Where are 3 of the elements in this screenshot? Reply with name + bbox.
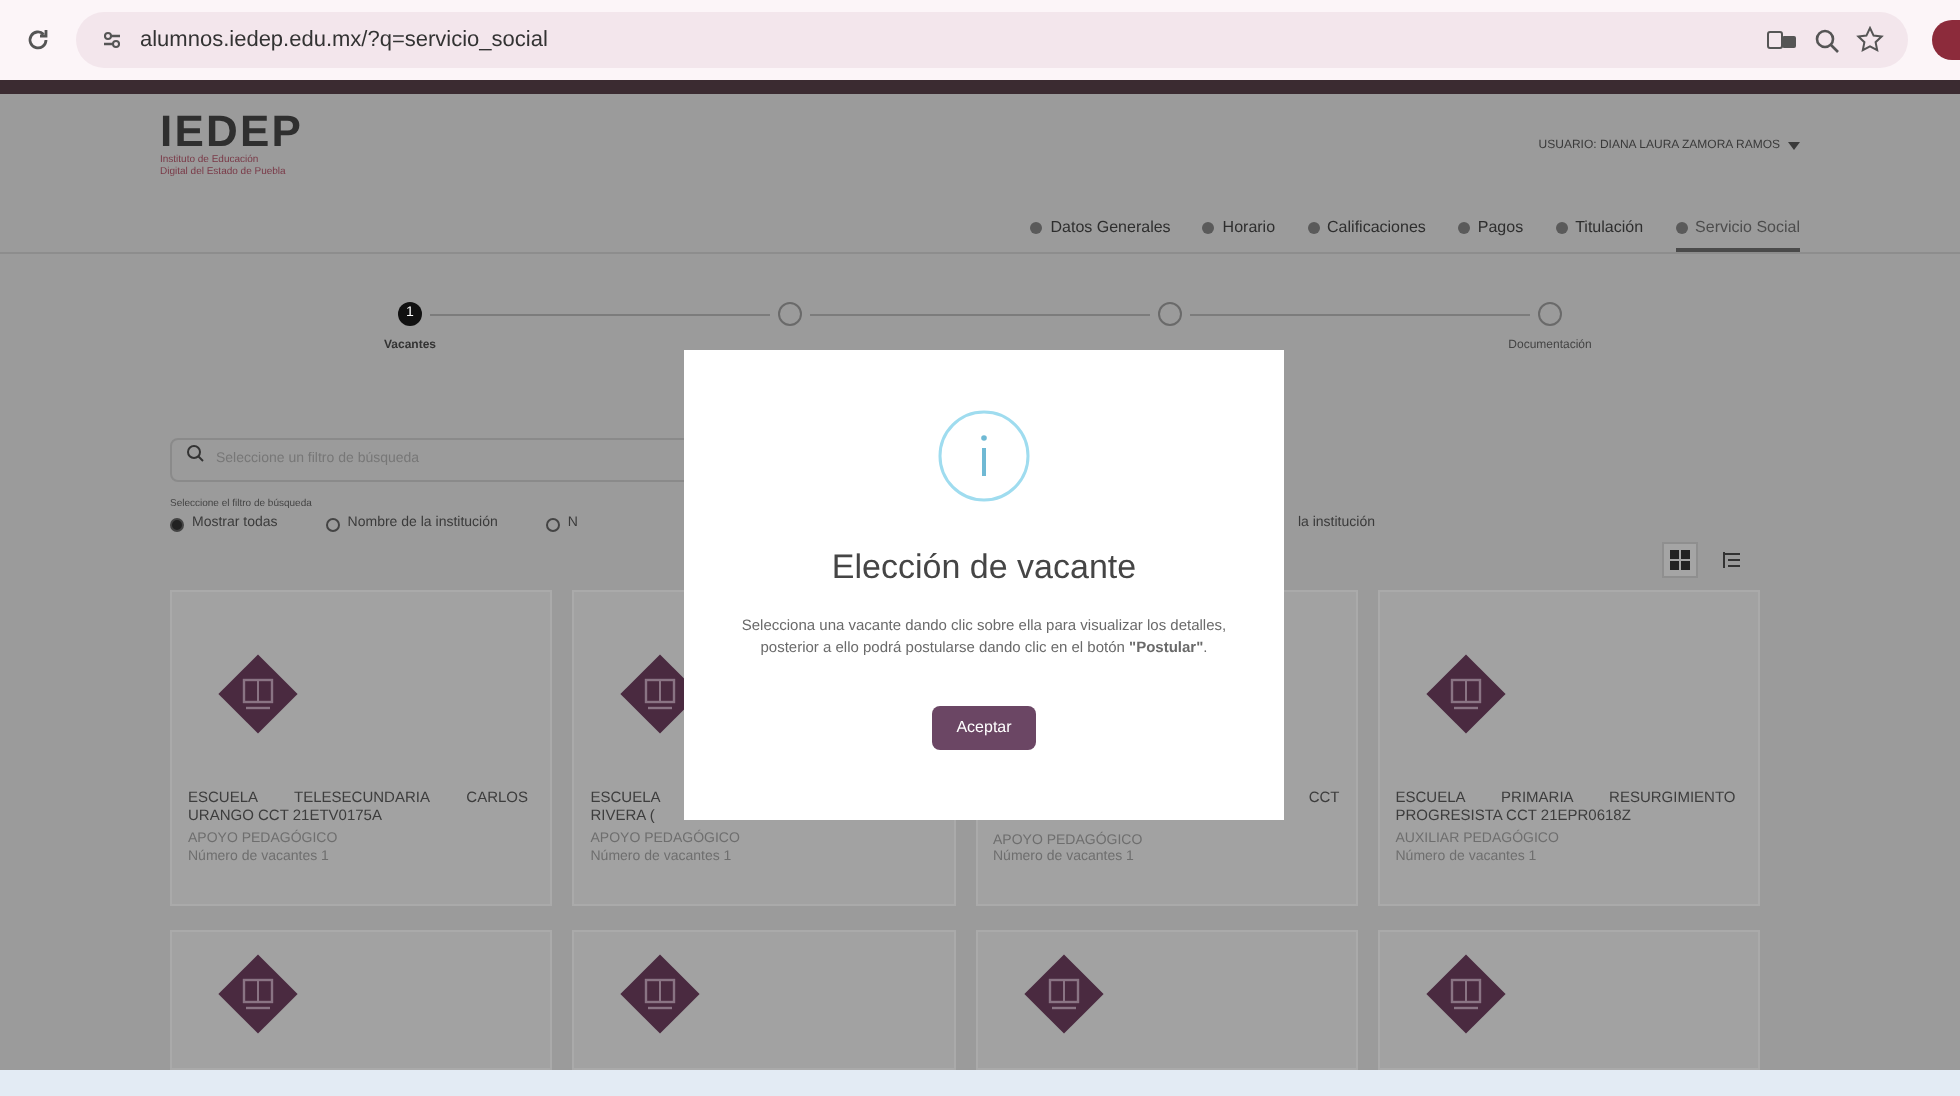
url-text: alumnos.iedep.edu.mx/?q=servicio_social <box>140 25 550 56</box>
logo: IEDEP <box>160 110 304 154</box>
modal-title: Elección de vacante <box>831 546 1137 590</box>
